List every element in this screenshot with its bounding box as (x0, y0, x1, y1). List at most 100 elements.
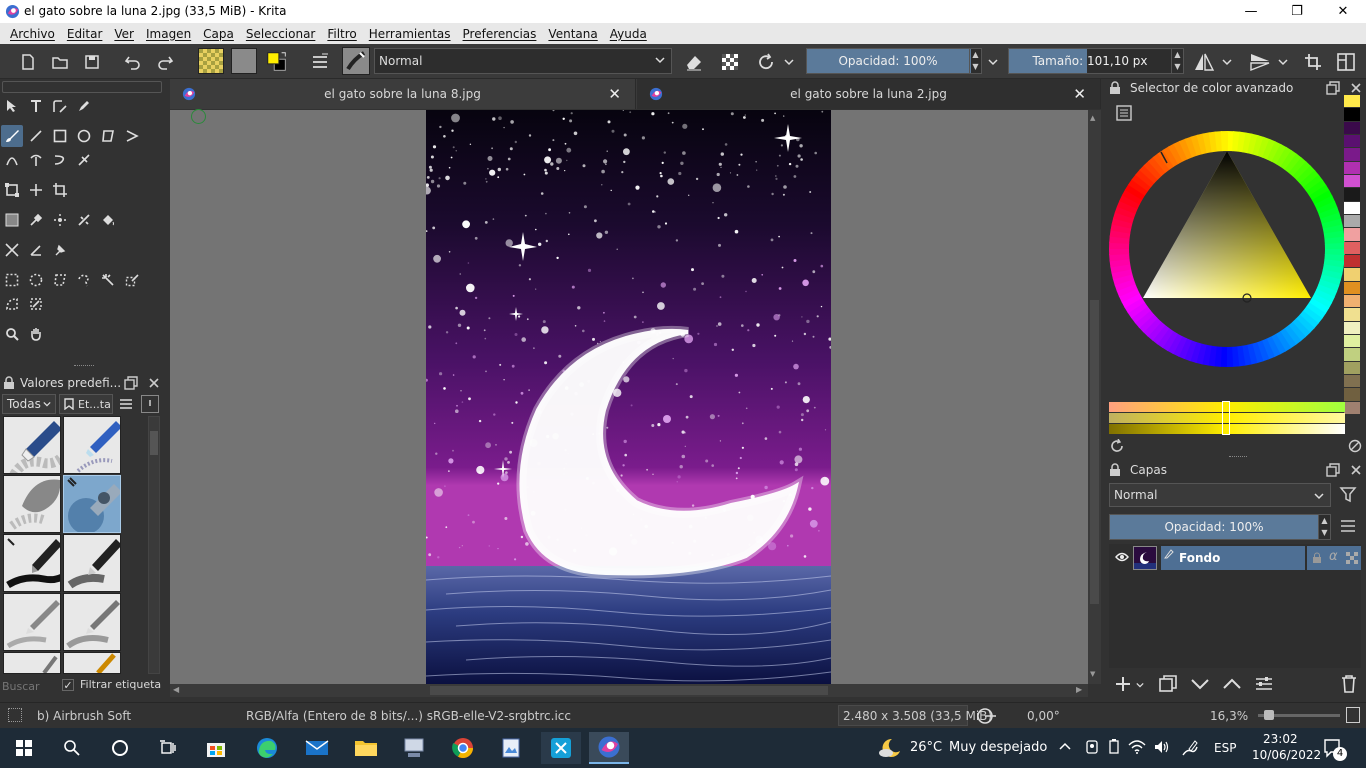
palette-swatch[interactable] (1344, 135, 1360, 148)
palette-swatch[interactable] (1344, 361, 1360, 374)
palette-swatch[interactable] (1344, 295, 1360, 308)
preset-filter-select[interactable]: Todas (2, 394, 56, 414)
lock-icon[interactable] (1108, 81, 1122, 95)
elliptical-selection-tool-icon[interactable] (25, 269, 47, 291)
tab-document-2[interactable]: el gato sobre la luna 2.jpg ✕ (637, 79, 1101, 109)
gradient-selector-icon[interactable] (198, 48, 224, 74)
smart-patch-tool-icon[interactable] (73, 209, 95, 231)
layer-lock-icon[interactable] (1311, 552, 1323, 564)
transform-tool-icon[interactable] (1, 179, 23, 201)
palette-swatch[interactable] (1344, 335, 1360, 348)
fill-tool-icon[interactable] (97, 209, 119, 231)
menu-editar[interactable]: Editar (61, 27, 109, 41)
menu-capa[interactable]: Capa (197, 27, 240, 41)
canvas-horizontal-scrollbar[interactable]: ◀ ▶ (170, 684, 1088, 697)
palette-swatch[interactable] (1344, 161, 1360, 174)
palette-swatch[interactable] (1344, 121, 1360, 134)
foreground-background-color-icon[interactable] (265, 50, 289, 74)
pan-tool-icon[interactable] (25, 323, 47, 345)
pattern-selector-icon[interactable] (231, 48, 257, 74)
calligraphy-tool-icon[interactable] (73, 95, 95, 117)
ellipse-tool-icon[interactable] (73, 125, 95, 147)
menu-ventana[interactable]: Ventana (542, 27, 603, 41)
splitter-handle[interactable] (74, 365, 94, 367)
crop-tool-icon[interactable] (49, 179, 71, 201)
canvas-viewport[interactable] (170, 109, 1088, 684)
layer-properties-icon[interactable] (1254, 675, 1274, 693)
refresh-icon[interactable] (1110, 439, 1124, 453)
brush-preset-pencil-soft[interactable] (63, 593, 121, 651)
task-view-icon[interactable] (148, 732, 188, 764)
minimize-button[interactable]: — (1228, 0, 1274, 23)
palette-swatch[interactable] (1344, 175, 1360, 188)
palette-swatch[interactable] (1344, 321, 1360, 334)
chrome-browser-icon[interactable] (443, 732, 483, 764)
preserve-alpha-icon[interactable] (718, 50, 742, 74)
brush-settings-icon[interactable] (308, 50, 332, 74)
krita-taskbar-icon[interactable] (589, 732, 629, 764)
inherit-alpha-icon[interactable] (1345, 551, 1359, 565)
reference-images-tool-icon[interactable] (49, 239, 71, 261)
palette-swatch[interactable] (1344, 308, 1360, 321)
palette-swatch[interactable] (1344, 215, 1360, 228)
reload-preset-icon[interactable] (754, 50, 778, 74)
tab-close-icon[interactable]: ✕ (608, 85, 621, 103)
freehand-brush-tool-icon[interactable] (1, 125, 23, 147)
meet-now-icon[interactable] (1084, 739, 1100, 755)
palette-swatch[interactable] (1344, 388, 1360, 401)
close-docker-icon[interactable] (1350, 82, 1362, 94)
redo-icon[interactable] (153, 50, 177, 74)
presets-scrollbar[interactable] (148, 416, 160, 674)
brush-preset-ink-brush[interactable] (63, 534, 121, 592)
brush-preset-eraser-hard[interactable] (3, 416, 61, 474)
color-history-palette[interactable] (1344, 95, 1360, 415)
preset-search-input[interactable] (2, 677, 54, 695)
palette-swatch[interactable] (1344, 148, 1360, 161)
tab-close-icon[interactable]: ✕ (1073, 85, 1086, 103)
move-layer-down-icon[interactable] (1190, 676, 1210, 692)
close-button[interactable]: ✕ (1320, 0, 1366, 23)
polygon-tool-icon[interactable] (97, 125, 119, 147)
brush-preset-eraser-soft[interactable] (3, 475, 61, 533)
workspace-icon[interactable] (1334, 50, 1358, 74)
show-hidden-icons-chevron-icon[interactable] (1058, 741, 1072, 751)
snipping-tool-icon[interactable] (541, 732, 581, 764)
chevron-down-icon[interactable] (1220, 50, 1234, 74)
palette-swatch[interactable] (1344, 228, 1360, 241)
palette-swatch[interactable] (1344, 401, 1360, 414)
magnetic-selection-tool-icon[interactable] (25, 293, 47, 315)
menu-herramientas[interactable]: Herramientas (363, 27, 457, 41)
measure-tool-icon[interactable] (25, 239, 47, 261)
dynamic-brush-tool-icon[interactable] (49, 149, 71, 171)
zoom-slider[interactable] (1258, 710, 1340, 720)
canvas-vertical-scrollbar[interactable]: ▲ ▼ (1088, 110, 1101, 684)
duplicate-layer-icon[interactable] (1158, 675, 1178, 693)
similar-color-selection-tool-icon[interactable] (121, 269, 143, 291)
select-shapes-tool-icon[interactable] (1, 95, 23, 117)
edge-browser-icon[interactable] (247, 732, 287, 764)
eye-visibility-icon[interactable] (1115, 551, 1129, 563)
view-mode-icon[interactable] (141, 395, 159, 413)
eraser-mode-icon[interactable] (682, 50, 706, 74)
layer-row[interactable]: Fondo α (1109, 545, 1361, 571)
brush-preset-pencil-orange[interactable] (63, 652, 121, 674)
palette-swatch[interactable] (1344, 255, 1360, 268)
brush-preset-marker[interactable] (3, 652, 61, 674)
menu-ayuda[interactable]: Ayuda (604, 27, 653, 41)
palette-swatch[interactable] (1344, 375, 1360, 388)
blend-mode-select[interactable]: Normal (374, 48, 672, 74)
weather-moon-icon[interactable] (878, 737, 902, 759)
save-icon[interactable] (80, 50, 104, 74)
menu-imagen[interactable]: Imagen (140, 27, 197, 41)
cortana-icon[interactable] (100, 732, 140, 764)
brush-preset-icon[interactable] (342, 47, 370, 75)
palette-swatch[interactable] (1344, 108, 1360, 121)
rotation-icon[interactable] (976, 707, 998, 725)
lock-icon[interactable] (2, 376, 16, 390)
chevron-down-icon[interactable] (782, 50, 796, 74)
color-selector-settings-icon[interactable] (1116, 105, 1132, 121)
mail-icon[interactable] (297, 732, 337, 764)
volume-icon[interactable] (1153, 739, 1171, 755)
brush-size-slider[interactable]: Tamaño: 101,10 px ▲ ▼ (1008, 48, 1184, 74)
layer-options-menu-icon[interactable] (1340, 519, 1356, 533)
